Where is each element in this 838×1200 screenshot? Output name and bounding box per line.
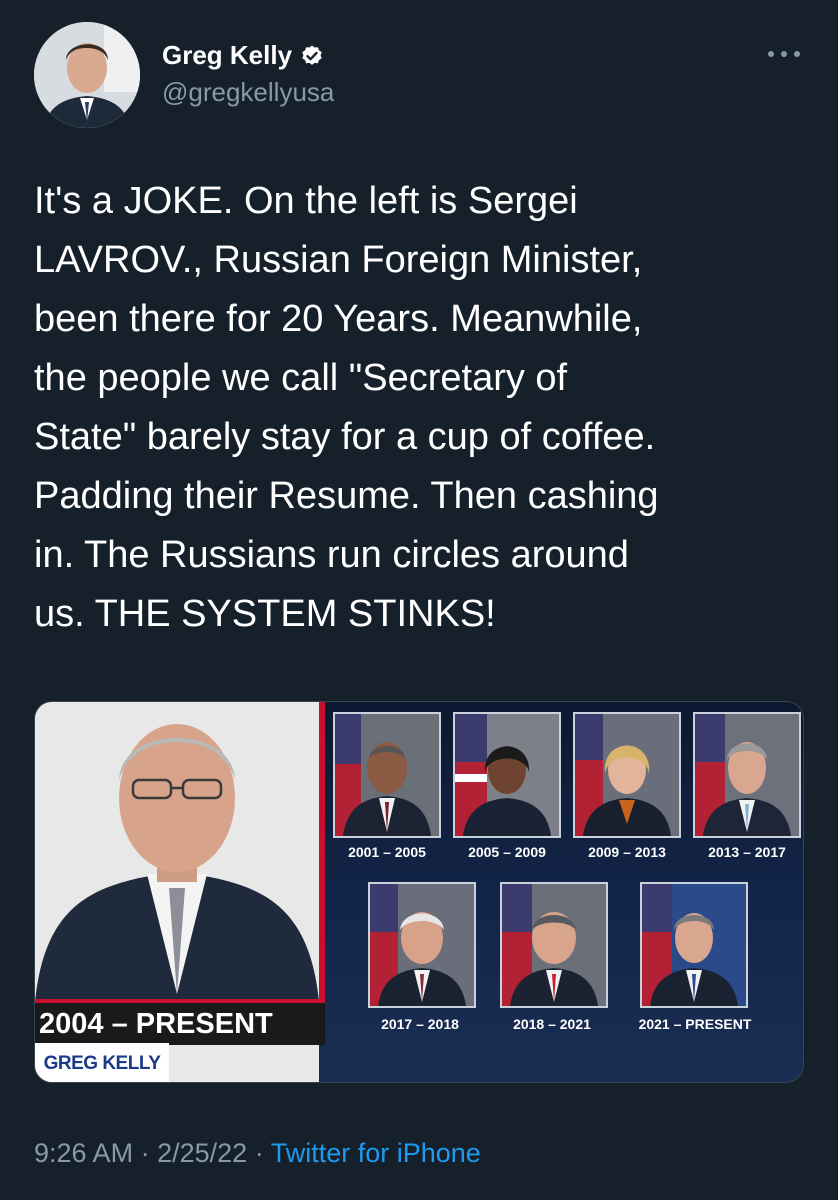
lavrov-term-caption: 2004 – PRESENT [35, 999, 325, 1045]
name-row: Greg Kelly [162, 40, 334, 71]
more-dot [794, 51, 800, 57]
verified-badge-icon [302, 45, 322, 65]
term-label: 2018 – 2021 [513, 1016, 591, 1032]
tweet-date[interactable]: 2/25/22 [157, 1138, 247, 1168]
secretary-portrait [640, 882, 748, 1008]
term-label: 2021 – PRESENT [638, 1016, 752, 1032]
tweet-source-link[interactable]: Twitter for iPhone [271, 1138, 481, 1168]
tweet-header: Greg Kelly @gregkellyusa [34, 22, 804, 132]
more-dot [781, 51, 787, 57]
tweet-text: It's a JOKE. On the left is Sergei LAVRO… [34, 180, 659, 635]
term-label: 2005 – 2009 [468, 844, 546, 860]
greg-kelly-logo: GREG KELLY [35, 1043, 169, 1082]
term-label: 2009 – 2013 [588, 844, 666, 860]
author-info: Greg Kelly @gregkellyusa [162, 40, 334, 108]
author-display-name[interactable]: Greg Kelly [162, 40, 292, 71]
author-handle[interactable]: @gregkellyusa [162, 77, 334, 108]
tweet-media-image[interactable]: 2004 – PRESENT GREG KELLY 2001 – 2005 20… [34, 701, 804, 1083]
more-dot [768, 51, 774, 57]
secretary-portrait [453, 712, 561, 838]
secretary-portrait [693, 712, 801, 838]
red-divider [319, 702, 325, 1002]
term-label: 2013 – 2017 [708, 844, 786, 860]
secretary-portrait [573, 712, 681, 838]
author-avatar[interactable] [34, 22, 140, 128]
secretary-portrait [333, 712, 441, 838]
meta-separator: · [140, 1138, 150, 1168]
more-options-icon[interactable] [764, 42, 804, 66]
secretary-portrait [500, 882, 608, 1008]
term-label: 2017 – 2018 [381, 1016, 459, 1032]
secretary-portrait [368, 882, 476, 1008]
meta-separator: · [254, 1138, 264, 1168]
tweet-meta: 9:26 AM · 2/25/22 · Twitter for iPhone [34, 1138, 481, 1169]
tweet-time[interactable]: 9:26 AM [34, 1138, 133, 1168]
term-label: 2001 – 2005 [348, 844, 426, 860]
